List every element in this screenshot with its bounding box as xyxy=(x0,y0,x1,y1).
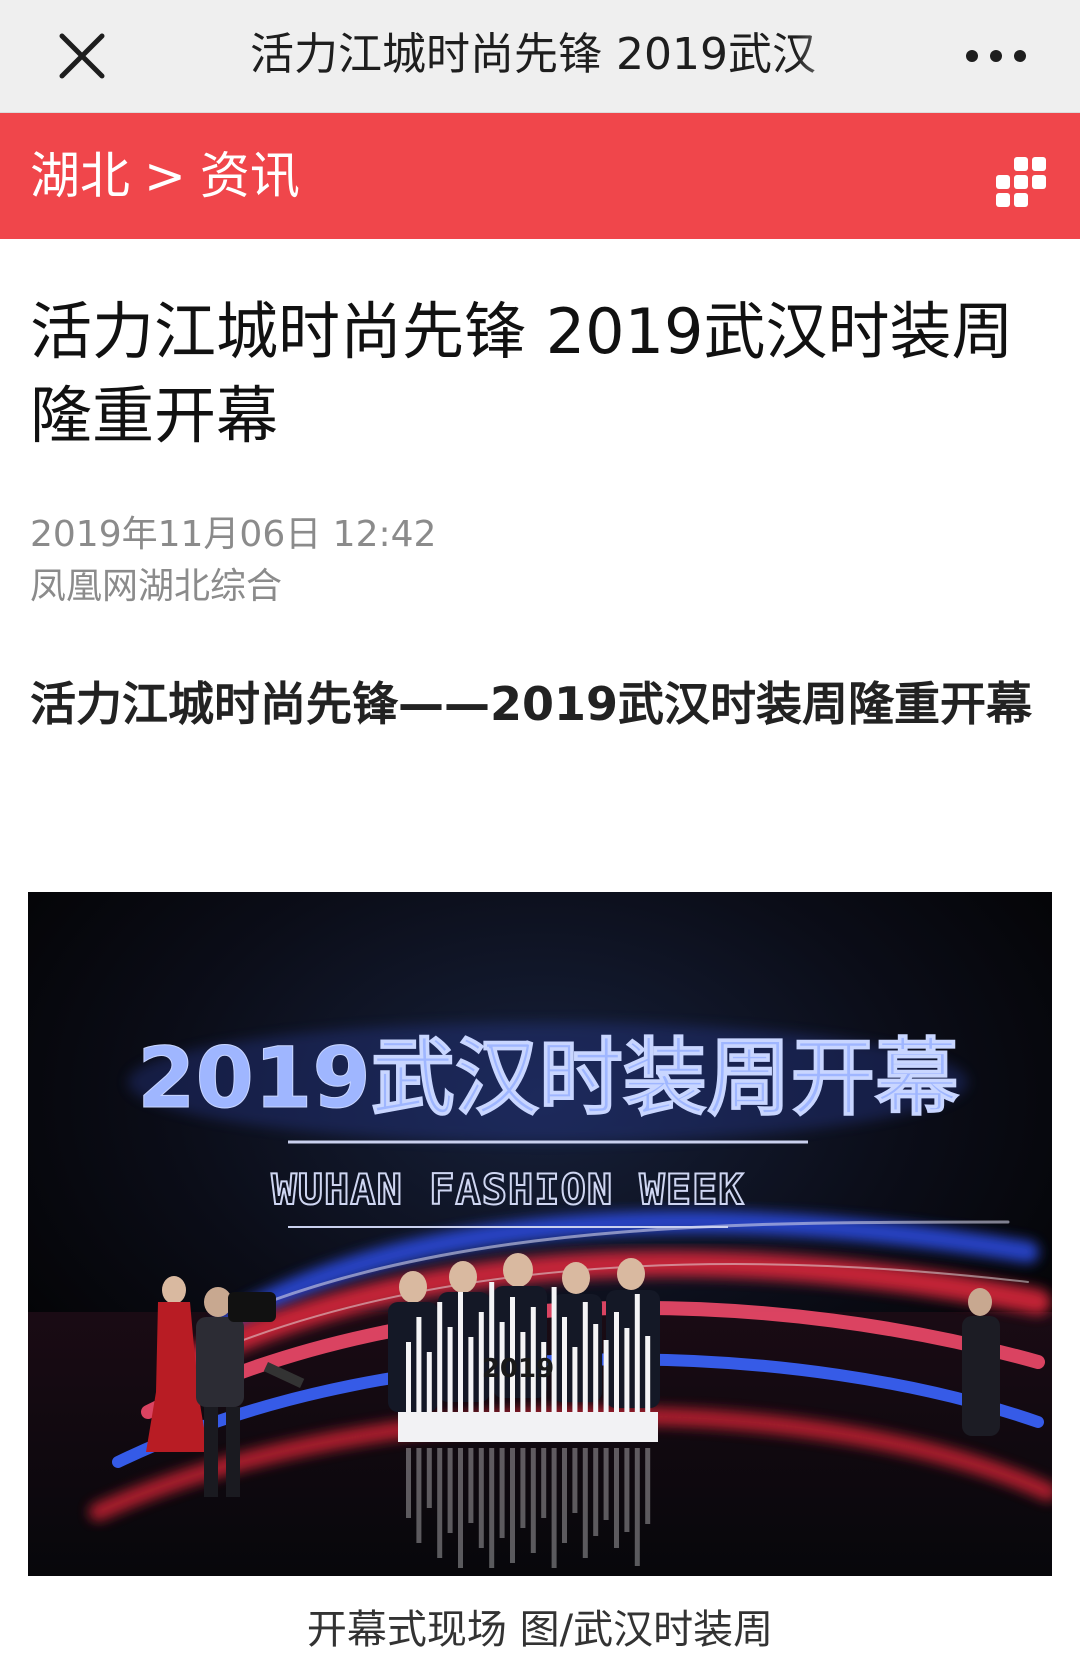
light-bar-reflection xyxy=(593,1448,599,1536)
light-bar xyxy=(406,1342,411,1412)
light-bar-reflection xyxy=(520,1448,526,1528)
light-bar-reflection xyxy=(572,1448,578,1513)
light-bar-reflection xyxy=(489,1448,495,1568)
light-bar xyxy=(458,1292,463,1412)
light-bar xyxy=(614,1312,619,1412)
light-bar-reflection xyxy=(510,1448,515,1563)
grid-menu-button[interactable] xyxy=(994,155,1050,211)
channel-bar: 湖北 > 资讯 xyxy=(0,113,1080,239)
light-bar-reflection xyxy=(468,1448,474,1523)
light-bar xyxy=(582,1302,588,1412)
light-bar-reflection xyxy=(437,1448,443,1558)
light-bar-reflection xyxy=(562,1448,567,1543)
light-bar xyxy=(489,1282,495,1412)
light-bar-reflection xyxy=(603,1448,609,1520)
light-bar xyxy=(426,1352,432,1412)
photo-caption: 开幕式现场 图/武汉时装周 xyxy=(306,1607,774,1653)
light-bar-reflection xyxy=(624,1448,630,1532)
article-subtitle: 活力江城时尚先锋——2019武汉时装周隆重开幕 xyxy=(30,677,1033,731)
article-photo[interactable]: 2019武汉时装周开幕 WUHAN FASHION WEEK 2019 xyxy=(28,892,1052,1576)
light-bar-reflection xyxy=(458,1448,463,1568)
breadcrumb: 湖北 > 资讯 xyxy=(30,145,300,207)
light-bar xyxy=(468,1337,474,1412)
fashion-week-stage-image: 2019武汉时装周开幕 WUHAN FASHION WEEK 2019 xyxy=(28,892,1052,1576)
light-bar-reflection xyxy=(645,1448,651,1524)
article-date: 2019年11月06日 12:42 xyxy=(30,514,437,555)
light-bar xyxy=(645,1336,651,1412)
light-bar xyxy=(624,1328,630,1412)
light-bar-reflection xyxy=(478,1448,484,1548)
breadcrumb-item-news[interactable]: 资讯 xyxy=(200,147,300,205)
light-bar xyxy=(551,1287,557,1412)
light-bar-reflection xyxy=(416,1448,422,1543)
article-title: 活力江城时尚先锋 2019武汉时装周隆重开幕 xyxy=(30,295,1014,452)
photo-sub-headline: WUHAN FASHION WEEK xyxy=(271,1165,744,1214)
more-button[interactable] xyxy=(956,38,1036,74)
more-icon-dot xyxy=(990,50,1002,62)
light-bar xyxy=(572,1347,578,1412)
grid-menu-icon xyxy=(996,157,1046,207)
light-bar-reflection xyxy=(614,1448,619,1548)
breadcrumb-item-hubei[interactable]: 湖北 xyxy=(30,147,130,205)
more-icon-dot xyxy=(1014,50,1026,62)
light-bar-reflection xyxy=(541,1448,547,1518)
light-bar xyxy=(593,1324,599,1412)
light-bar-reflection xyxy=(551,1448,557,1568)
breadcrumb-separator: > xyxy=(144,147,186,205)
light-bar xyxy=(603,1340,609,1412)
light-bar-reflection xyxy=(426,1448,432,1508)
light-bar-reflection xyxy=(406,1448,411,1518)
light-bar-reflection xyxy=(447,1448,453,1533)
light-bar-reflection xyxy=(634,1448,640,1566)
close-icon xyxy=(59,33,105,79)
photo-headline: 2019武汉时装周开幕 xyxy=(137,1029,960,1127)
light-bar xyxy=(447,1327,453,1412)
photo-prop-text: 2019 xyxy=(482,1354,554,1384)
more-icon xyxy=(966,50,978,62)
light-bar-reflection xyxy=(530,1448,536,1553)
light-bar xyxy=(437,1302,443,1412)
close-button[interactable] xyxy=(48,22,116,90)
light-bar xyxy=(416,1317,422,1412)
browser-top-bar: 活力江城时尚先锋 2019武汉 xyxy=(0,0,1080,113)
page-title: 活力江城时尚先锋 2019武汉 xyxy=(250,29,816,80)
article-source[interactable]: 凤凰网湖北综合 xyxy=(30,562,282,612)
light-bar xyxy=(562,1317,567,1412)
light-bar-reflection xyxy=(499,1448,505,1538)
light-bar-reflection xyxy=(582,1448,588,1558)
light-bar xyxy=(634,1294,640,1412)
